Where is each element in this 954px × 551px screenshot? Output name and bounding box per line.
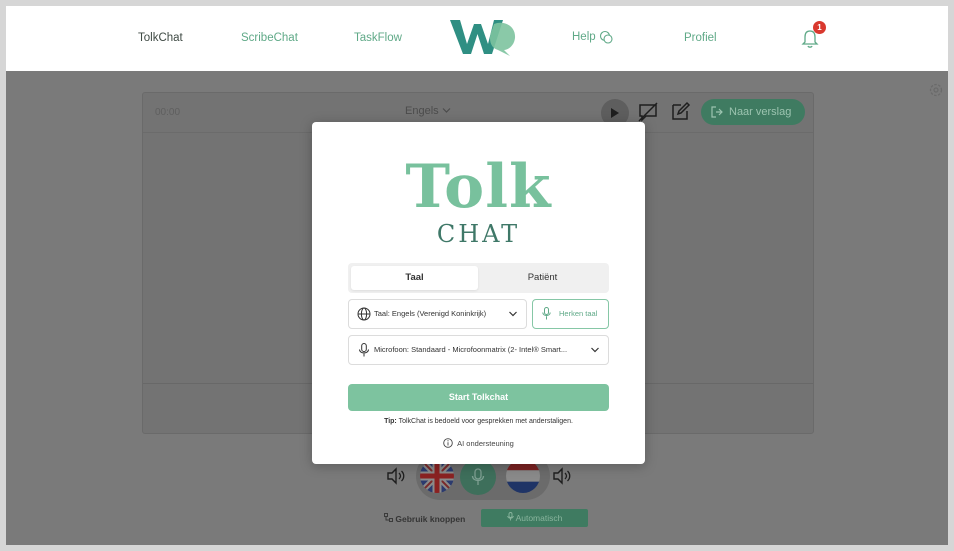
language-select[interactable]: Taal: Engels (Verenigd Koninkrijk) xyxy=(348,299,527,329)
language-dropdown[interactable]: Engels xyxy=(405,105,451,117)
brand-subtitle: CHAT xyxy=(436,220,521,248)
exit-icon xyxy=(711,106,723,118)
notification-badge: 1 xyxy=(813,21,826,34)
report-button-label: Naar verslag xyxy=(729,106,792,118)
tab-patient[interactable]: Patiënt xyxy=(479,266,606,290)
nav-profiel[interactable]: Profiel xyxy=(684,32,717,44)
brand-title: Tolk xyxy=(405,152,552,222)
tip-text: Tip: TolkChat is bedoeld voor gesprekken… xyxy=(312,418,645,425)
nl-flag-icon xyxy=(506,459,540,493)
top-navigation: TolkChat ScribeChat TaskFlow Help Profie… xyxy=(6,6,948,71)
wq-logo[interactable] xyxy=(448,16,518,58)
mic-icon xyxy=(542,307,551,320)
edit-icon[interactable] xyxy=(669,101,691,123)
mic-icon xyxy=(506,512,514,521)
nav-tolkchat[interactable]: TolkChat xyxy=(138,32,183,44)
ai-support-label: AI ondersteuning xyxy=(457,438,514,448)
nav-taskflow[interactable]: TaskFlow xyxy=(354,32,402,44)
automatic-button[interactable]: Automatisch xyxy=(481,509,588,527)
app-window: TolkChat ScribeChat TaskFlow Help Profie… xyxy=(0,0,954,551)
tip-body: TolkChat is bedoeld voor gesprekken met … xyxy=(398,418,573,425)
gear-icon[interactable] xyxy=(928,82,944,98)
uk-flag-icon xyxy=(420,459,454,493)
language-select-value: Taal: Engels (Verenigd Koninkrijk) xyxy=(374,309,487,318)
nav-help-label: Help xyxy=(572,31,596,43)
tip-label: Tip: xyxy=(384,418,397,425)
ai-support-info[interactable]: AI ondersteuning xyxy=(312,438,645,448)
modal-tabs: Taal Patiënt xyxy=(348,263,609,293)
info-icon xyxy=(443,438,453,448)
speaker-icon[interactable] xyxy=(552,467,572,485)
microphone-select[interactable]: Microfoon: Standaard - Microfoonmatrix (… xyxy=(348,335,609,365)
use-buttons-toggle[interactable]: Gebruik knoppen xyxy=(384,513,465,524)
chevron-down-icon xyxy=(591,347,599,353)
chevron-down-icon xyxy=(509,311,517,317)
nl-flag[interactable] xyxy=(506,459,540,493)
detect-language-button[interactable]: Herken taal xyxy=(532,299,609,329)
nav-help[interactable]: Help xyxy=(572,30,613,44)
globe-icon xyxy=(357,307,371,321)
chat-off-icon[interactable] xyxy=(637,101,659,123)
mic-icon xyxy=(471,468,485,485)
tolkchat-start-modal: Tolk CHAT Taal Patiënt Taal: Engels (Ver… xyxy=(312,122,645,464)
tab-taal[interactable]: Taal xyxy=(351,266,478,290)
play-icon xyxy=(611,108,619,118)
microphone-select-value: Microfoon: Standaard - Microfoonmatrix (… xyxy=(374,345,568,354)
speaker-icon[interactable] xyxy=(386,467,406,485)
nodes-icon xyxy=(384,513,393,522)
start-tolkchat-button[interactable]: Start Tolkchat xyxy=(348,384,609,411)
report-button[interactable]: Naar verslag xyxy=(701,99,805,125)
use-buttons-label: Gebruik knoppen xyxy=(395,514,466,524)
mic-icon xyxy=(359,343,369,357)
uk-flag[interactable] xyxy=(420,459,454,493)
mic-button[interactable] xyxy=(460,459,496,495)
detect-language-label: Herken taal xyxy=(559,309,598,318)
automatic-label: Automatisch xyxy=(515,513,563,523)
help-chat-icon xyxy=(599,30,613,44)
language-dropdown-label: Engels xyxy=(405,105,439,117)
nav-scribechat[interactable]: ScribeChat xyxy=(241,32,298,44)
chevron-down-icon xyxy=(442,108,451,113)
timer: 00:00 xyxy=(155,107,181,118)
